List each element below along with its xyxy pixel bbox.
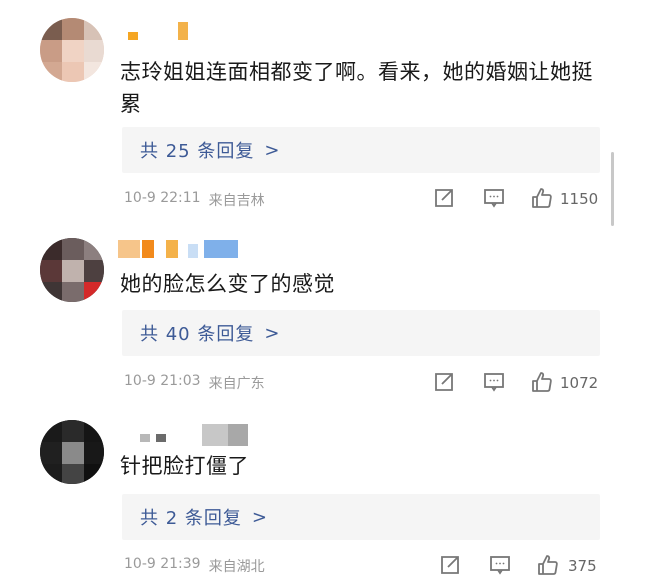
- comment-icon[interactable]: [482, 370, 506, 394]
- scrollbar[interactable]: [611, 152, 614, 226]
- chevron-right-icon: >: [264, 139, 280, 161]
- comment-actions: 1072: [432, 370, 604, 396]
- comment-meta: 10-9 21:39 来自湖北: [124, 556, 265, 576]
- comment-text: 针把脸打僵了: [120, 454, 249, 478]
- comment-meta: 10-9 21:03 来自广东: [124, 373, 265, 393]
- like-count: 1150: [560, 190, 599, 208]
- replies-count: 共 25 条回复: [140, 141, 255, 162]
- avatar[interactable]: [40, 238, 104, 302]
- avatar[interactable]: [40, 420, 104, 484]
- comment-icon[interactable]: [482, 186, 506, 210]
- comment-text: 她的脸怎么变了的感觉: [120, 272, 335, 296]
- comment-location: 来自广东: [208, 376, 265, 392]
- comment-text: 志玲姐姐连面相都变了啊。看来，她的婚姻让她挺累: [120, 60, 593, 116]
- comment-location: 来自湖北: [208, 559, 265, 575]
- thumbs-up-icon[interactable]: [530, 186, 554, 210]
- replies-count: 共 2 条回复: [140, 508, 242, 529]
- thumbs-up-icon[interactable]: [536, 553, 560, 577]
- share-icon[interactable]: [432, 186, 456, 210]
- comment-meta: 10-9 22:11 来自吉林: [124, 190, 265, 210]
- comment-actions: 375: [432, 553, 604, 579]
- avatar[interactable]: [40, 18, 104, 82]
- comment-actions: 1150: [432, 186, 604, 212]
- thumbs-up-icon[interactable]: [530, 370, 554, 394]
- comment-date: 10-9 21:03: [124, 373, 201, 389]
- like-count: 375: [568, 557, 597, 575]
- view-replies-link[interactable]: 共 40 条回复 >: [122, 310, 600, 356]
- comment-location: 来自吉林: [208, 193, 265, 209]
- comment-icon[interactable]: [488, 553, 512, 577]
- comment-date: 10-9 22:11: [124, 190, 201, 206]
- view-replies-link[interactable]: 共 25 条回复 >: [122, 127, 600, 173]
- chevron-right-icon: >: [251, 506, 267, 528]
- share-icon[interactable]: [438, 553, 462, 577]
- chevron-right-icon: >: [264, 322, 280, 344]
- view-replies-link[interactable]: 共 2 条回复 >: [122, 494, 600, 540]
- like-count: 1072: [560, 374, 599, 392]
- share-icon[interactable]: [432, 370, 456, 394]
- replies-count: 共 40 条回复: [140, 324, 255, 345]
- comment-date: 10-9 21:39: [124, 556, 201, 572]
